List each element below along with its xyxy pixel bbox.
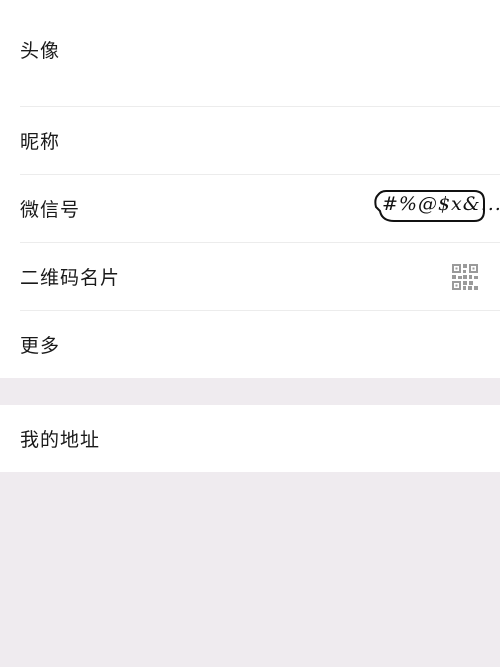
my-address-row[interactable]: 我的地址: [0, 405, 500, 472]
qr-code-icon: [452, 263, 478, 290]
wechat-id-value: #%@$x&...: [382, 193, 500, 215]
nickname-label: 昵称: [20, 131, 61, 153]
more-row[interactable]: 更多: [0, 311, 500, 378]
address-group: 我的地址: [0, 405, 500, 472]
section-gap: [0, 378, 500, 405]
nickname-row[interactable]: 昵称: [0, 107, 500, 174]
wechat-id-label: 微信号: [20, 199, 81, 221]
qr-code-label: 二维码名片: [20, 267, 121, 289]
wechat-id-value-bubble: #%@$x&...: [372, 187, 500, 225]
avatar-label: 头像: [20, 40, 61, 62]
avatar-row[interactable]: 头像: [0, 0, 500, 106]
qr-code-row[interactable]: 二维码名片: [0, 243, 500, 310]
profile-settings-group: 头像 昵称 微信号 #%@$x&... 二维码名片 更多: [0, 0, 500, 378]
wechat-id-row[interactable]: 微信号 #%@$x&...: [0, 175, 500, 242]
my-address-label: 我的地址: [20, 429, 101, 451]
more-label: 更多: [20, 335, 61, 357]
